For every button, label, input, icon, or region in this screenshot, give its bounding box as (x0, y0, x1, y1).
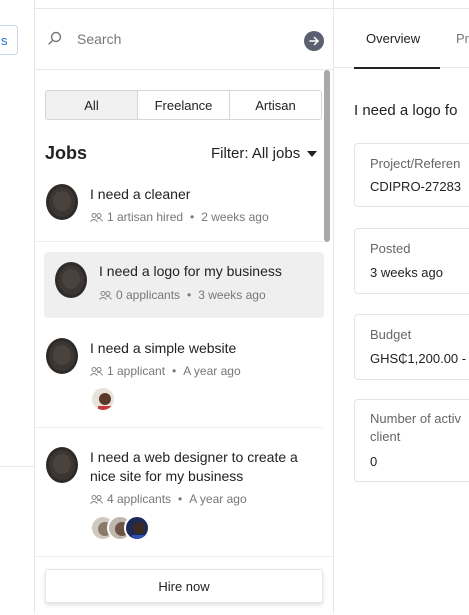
separator-dot: • (178, 492, 183, 506)
left-sidebar: s (0, 0, 35, 614)
active-tab-indicator (354, 67, 440, 69)
job-applicant-count: 1 artisan hired (107, 210, 184, 224)
applicant-avatar[interactable] (90, 386, 116, 412)
filter-label: Filter: All jobs (211, 145, 301, 162)
search-icon (48, 31, 62, 45)
detail-card-budget: Budget GHS₵1,200.00 - (354, 314, 469, 380)
job-detail-panel: Overview Pr I need a logo fo Project/Ref… (334, 0, 469, 614)
people-icon (90, 212, 103, 222)
people-icon (90, 366, 103, 376)
left-sidebar-button[interactable]: s (0, 25, 18, 55)
job-title: I need a logo for my business (99, 263, 282, 279)
job-list-item[interactable]: I need a web designer to create a nice s… (35, 436, 323, 554)
applicant-avatars (90, 515, 150, 541)
job-title: I need a simple website (90, 340, 237, 356)
divider (35, 427, 323, 428)
card-value: GHS₵1,200.00 - (370, 351, 467, 366)
job-list-item[interactable]: I need a cleaner 1 artisan hired • 2 wee… (35, 172, 323, 240)
card-label: Project/Referen (370, 156, 461, 171)
job-list-item-selected[interactable]: I need a logo for my business 0 applican… (44, 252, 324, 318)
caret-down-icon (307, 150, 318, 157)
job-age: A year ago (183, 364, 241, 378)
job-list-item[interactable]: I need a simple website 1 applicant • A … (35, 326, 323, 426)
card-value: 0 (370, 454, 378, 469)
scrollbar[interactable] (324, 70, 330, 614)
card-value: 3 weeks ago (370, 265, 443, 280)
scrollbar-thumb[interactable] (324, 70, 330, 242)
avatar (46, 447, 78, 483)
divider (35, 241, 323, 242)
avatar (46, 338, 78, 374)
filter-dropdown[interactable]: Filter: All jobs (211, 145, 318, 162)
separator-dot: • (190, 210, 195, 224)
divider (0, 466, 34, 467)
tab-overview[interactable]: Overview (366, 31, 420, 46)
jobs-panel: All Freelance Artisan Jobs Filter: All j… (35, 0, 334, 615)
hire-now-button[interactable]: Hire now (45, 569, 323, 603)
job-applicant-count: 0 applicants (116, 288, 181, 302)
people-icon (90, 494, 103, 504)
search-input[interactable] (77, 29, 287, 49)
hire-footer: Hire now (35, 556, 333, 615)
detail-card-active-applicants: Number of activ client 0 (354, 399, 469, 482)
job-age: 2 weeks ago (201, 210, 269, 224)
applicant-avatars (90, 386, 116, 412)
segment-artisan[interactable]: Artisan (230, 91, 321, 119)
job-applicant-count: 1 applicant (107, 364, 166, 378)
tab-second[interactable]: Pr (456, 31, 469, 46)
avatar (55, 262, 87, 298)
job-detail-title: I need a logo fo (354, 102, 458, 119)
job-meta: 0 applicants • 3 weeks ago (99, 288, 266, 302)
separator-dot: • (187, 288, 192, 302)
card-value: CDIPRO-27283 (370, 179, 462, 194)
arrow-right-icon (309, 36, 319, 46)
card-label: Budget (370, 327, 412, 342)
card-label: Number of activ client (370, 411, 462, 444)
left-sidebar-button-label: s (1, 33, 8, 48)
applicant-avatar[interactable] (124, 515, 150, 541)
detail-tabs: Overview Pr (334, 8, 469, 69)
job-meta: 4 applicants • A year ago (90, 492, 247, 506)
search-bar (35, 8, 333, 70)
job-age: A year ago (189, 492, 247, 506)
segment-freelance[interactable]: Freelance (138, 91, 230, 119)
job-age: 3 weeks ago (198, 288, 266, 302)
segment-all[interactable]: All (46, 91, 138, 119)
card-label: Posted (370, 241, 411, 256)
job-applicant-count: 4 applicants (107, 492, 172, 506)
jobs-heading: Jobs (45, 143, 88, 163)
people-icon (99, 290, 112, 300)
job-meta: 1 artisan hired • 2 weeks ago (90, 210, 269, 224)
separator-dot: • (172, 364, 177, 378)
job-title: I need a cleaner (90, 186, 191, 202)
detail-card-posted: Posted 3 weeks ago (354, 228, 469, 294)
job-meta: 1 applicant • A year ago (90, 364, 241, 378)
job-type-segmented-control: All Freelance Artisan (45, 90, 322, 120)
search-submit-button[interactable] (304, 31, 324, 51)
detail-card-reference: Project/Referen CDIPRO-27283 (354, 143, 469, 207)
job-title: I need a web designer to create a nice s… (90, 449, 298, 484)
avatar (46, 184, 78, 220)
